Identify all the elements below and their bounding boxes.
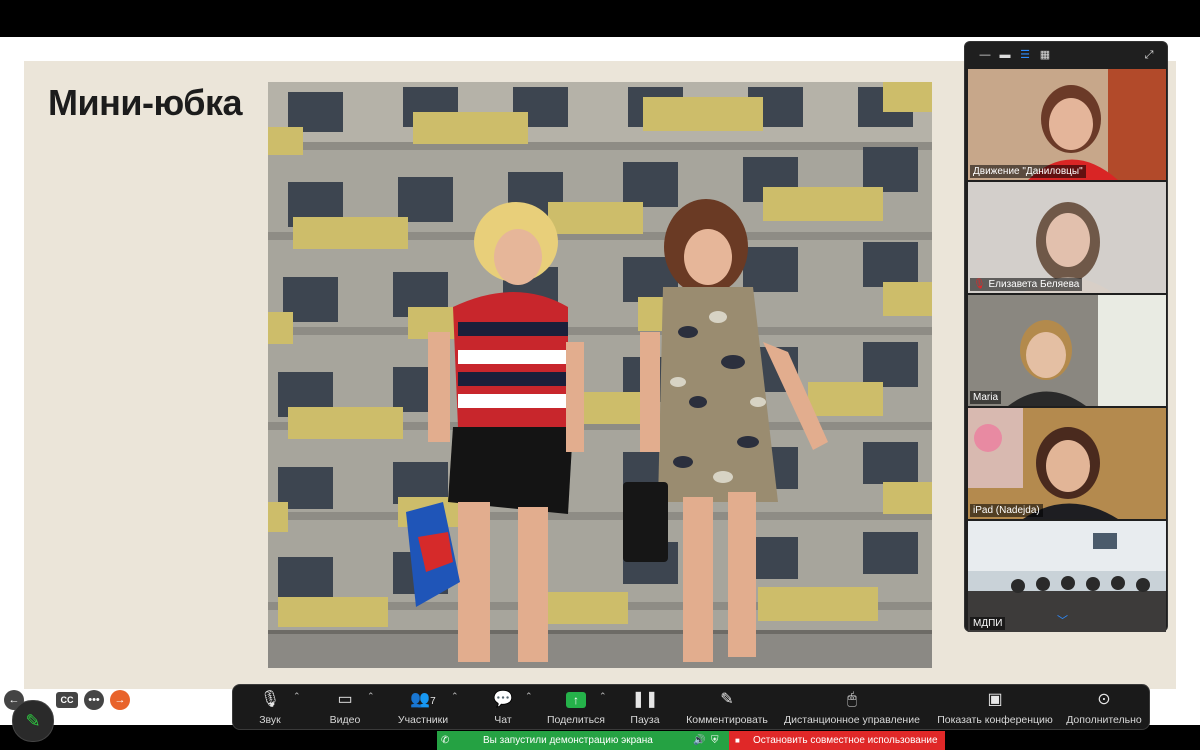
participants-count: 7	[430, 696, 436, 707]
remote-control-button[interactable]: 🖱 Дистанционное управление	[781, 685, 923, 731]
sharing-message: Вы запустили демонстрацию экрана	[483, 735, 653, 746]
speaker-icon: 🔊	[693, 735, 706, 746]
participant-name: Maria	[970, 391, 1002, 404]
share-status-bar: ✆ Вы запустили демонстрацию экрана 🔊 ⛨ ■…	[437, 731, 945, 750]
share-label: Поделиться	[547, 714, 605, 726]
participant-tile[interactable]: iPad (Nadejda)	[968, 408, 1166, 519]
video-button[interactable]: ▭ Видео	[318, 685, 372, 731]
annotate-label: Комментировать	[686, 714, 768, 726]
participant-name: iPad (Nadejda)	[970, 504, 1043, 517]
pause-label: Пауза	[630, 714, 660, 726]
camera-icon: ▭	[337, 691, 353, 708]
audio-button[interactable]: 🎙 Звук	[245, 685, 295, 731]
annotate-button[interactable]: ✎ Комментировать	[683, 685, 771, 731]
chevron-down-icon[interactable]: ﹀	[1057, 612, 1068, 628]
stop-square-icon: ■	[735, 736, 740, 745]
meeting-toolbar: 🎙 Звук ⌃ ▭ Видео ⌃ 👥7 Участники ⌃ 💬 Чат …	[232, 684, 1150, 730]
stop-share-button[interactable]: ■ Остановить совместное использование	[729, 731, 945, 750]
more-icon: ⊙	[1097, 691, 1111, 708]
top-black-bar	[0, 0, 1200, 37]
show-meeting-button[interactable]: ▣ Показать конференцию	[933, 685, 1057, 731]
show-meeting-label: Показать конференцию	[937, 714, 1053, 726]
stop-share-label: Остановить совместное использование	[753, 735, 938, 746]
participants-caret-icon[interactable]: ⌃	[451, 691, 459, 702]
gallery-icon[interactable]: ▦	[1039, 49, 1051, 61]
participant-name: МДПИ	[970, 617, 1006, 630]
phone-icon: ✆	[441, 735, 450, 746]
forward-arrow-icon[interactable]: →	[110, 690, 130, 710]
remote-control-icon: 🖱	[847, 691, 857, 708]
closed-captions-button[interactable]: CC	[56, 692, 78, 708]
participant-tile[interactable]: Maria	[968, 295, 1166, 406]
chat-caret-icon[interactable]: ⌃	[525, 691, 533, 702]
sharing-indicator: ✆ Вы запустили демонстрацию экрана 🔊 ⛨	[437, 731, 729, 750]
more-label: Дополнительно	[1066, 714, 1142, 726]
audio-caret-icon[interactable]: ⌃	[293, 691, 301, 702]
audio-label: Звук	[259, 714, 281, 726]
participant-tile[interactable]: Движение "Даниловцы"	[968, 69, 1166, 180]
participant-name-text: Елизавета Беляева	[988, 279, 1080, 290]
participant-name: 🎙 Елизавета Беляева	[970, 278, 1083, 291]
slide-title: Мини-юбка	[48, 82, 243, 123]
more-options-button[interactable]: •••	[84, 690, 104, 710]
minimize-icon[interactable]: —	[979, 49, 991, 61]
slide-photo	[268, 82, 932, 668]
participants-video-panel: — ▬ ☰ ▦ ⤢ Движение "Даниловцы" 🎙 Елизаве…	[964, 41, 1168, 632]
pause-button[interactable]: ❚❚ Пауза	[623, 685, 667, 731]
more-button[interactable]: ⊙ Дополнительно	[1061, 685, 1147, 731]
muted-mic-icon: 🎙	[973, 279, 986, 290]
remote-control-label: Дистанционное управление	[784, 714, 920, 726]
participants-label: Участники	[397, 714, 449, 726]
pause-icon: ❚❚	[631, 691, 659, 708]
participants-icon: 👥7	[410, 691, 436, 708]
annotate-icon: ✎	[720, 691, 734, 708]
chat-label: Чат	[494, 714, 512, 726]
annotate-bubble-icon[interactable]: ✎	[12, 700, 54, 742]
participants-button[interactable]: 👥7 Участники	[393, 685, 453, 731]
microphone-icon: 🎙	[259, 691, 281, 708]
share-caret-icon[interactable]: ⌃	[599, 691, 607, 702]
speaker-view-icon[interactable]: ☰	[1019, 49, 1031, 61]
participant-name: Движение "Даниловцы"	[970, 165, 1086, 178]
participant-tile[interactable]: 🎙 Елизавета Беляева	[968, 182, 1166, 293]
video-label: Видео	[329, 714, 361, 726]
chat-button[interactable]: 💬 Чат	[483, 685, 523, 731]
fullscreen-icon[interactable]: ⤢	[1143, 49, 1155, 61]
panel-header: — ▬ ☰ ▦ ⤢	[965, 42, 1169, 68]
video-caret-icon[interactable]: ⌃	[367, 691, 375, 702]
shield-icon: ⛨	[711, 735, 719, 746]
chat-icon: 💬	[493, 691, 513, 708]
thumbnail-icon[interactable]: ▬	[999, 49, 1011, 61]
show-meeting-icon: ▣	[987, 691, 1003, 708]
